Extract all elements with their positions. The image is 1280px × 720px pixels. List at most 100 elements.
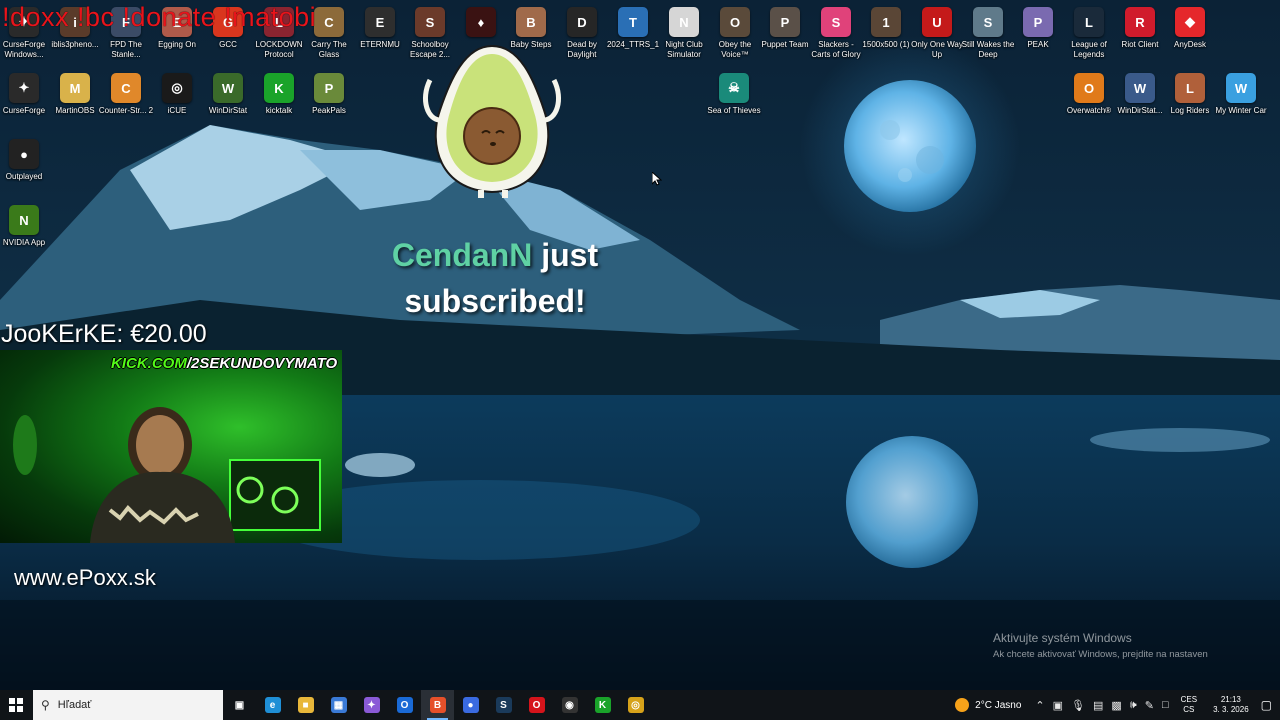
desktop-icon-slackers-carts-of-glory[interactable]: S Slackers - Carts of Glory (811, 4, 861, 68)
taskbar-brave-button[interactable]: B (421, 690, 454, 720)
desktop-icon-overwatch[interactable]: O Overwatch® (1064, 70, 1114, 134)
desktop-icon-icue[interactable]: ◎ iCUE (152, 70, 202, 134)
app-unnamed-icon: ♦ (466, 7, 496, 37)
taskbar-clock[interactable]: 21:13 3. 3. 2026 (1205, 695, 1257, 715)
desktop-icon-label: Obey the Voice™ (718, 40, 752, 59)
desktop-icon-outplayed[interactable]: ● Outplayed (0, 136, 49, 200)
desktop-icon-log-riders[interactable]: L Log Riders (1165, 70, 1215, 134)
kick-banner-suffix: /2SEKUNDOVYMATO (186, 355, 338, 372)
desktop-icon-martinobs[interactable]: M MartinOBS (50, 70, 100, 134)
taskbar-copilot-button[interactable]: ✦ (355, 690, 388, 720)
mouse-cursor-icon (652, 172, 662, 186)
donation-overlay: JooKErKE: €20.00 (1, 320, 207, 348)
desktop-icon-label: AnyDesk (1173, 40, 1206, 49)
desktop-icon-night-club-simulator[interactable]: N Night Club Simulator (659, 4, 709, 68)
desktop-icon-label: Riot Client (1121, 40, 1159, 49)
tray-overflow-chevron-icon[interactable]: ⌃ (1031, 699, 1048, 712)
notification-center-icon[interactable]: ▢ (1257, 698, 1280, 712)
app-carry-the-glass-icon: C (314, 7, 344, 37)
desktop-icon-eternmu[interactable]: E ETERNMU (355, 4, 405, 68)
weather-widget[interactable]: 2°C Jasno (955, 698, 1031, 712)
taskbar-kick-button[interactable]: K (586, 690, 619, 720)
desktop-icon-label: My Winter Car (1215, 106, 1267, 115)
desktop-icon-label: PeakPals (312, 106, 346, 115)
desktop-icon-label: FPD The Stanle... (110, 40, 142, 59)
desktop-icon-label: CurseForge Windows... (2, 40, 46, 59)
ime-icon[interactable]: □ (1158, 699, 1173, 711)
activation-subtitle: Ak chcete aktivovať Windows, prejdite na… (993, 649, 1208, 660)
app-blue-icon: ● (462, 697, 479, 713)
desktop-icon-label: NVIDIA App (2, 238, 46, 247)
tray-app-icon[interactable]: ▣ (1049, 699, 1067, 712)
task-view-icon: ▣ (234, 699, 245, 711)
app-baby-steps-icon: B (516, 7, 546, 37)
windows-activation-watermark: Aktivujte systém Windows Ak chcete aktiv… (993, 631, 1208, 660)
avocado-sticker (420, 40, 565, 200)
desktop-icon-peak[interactable]: P PEAK (1013, 4, 1063, 68)
desktop-icon-anydesk[interactable]: ◆ AnyDesk (1165, 4, 1215, 68)
taskbar-store-button[interactable]: ▦ (322, 690, 355, 720)
webcam-feed (0, 350, 342, 543)
desktop-icon-nvidia-app[interactable]: N NVIDIA App (0, 202, 49, 266)
app-eternmu-icon: E (365, 7, 395, 37)
taskbar-steam-button[interactable]: S (487, 690, 520, 720)
desktop-icon-label: Puppet Team (761, 40, 809, 49)
app-riot-client-icon: R (1125, 7, 1155, 37)
desktop-icon-my-winter-car[interactable]: W My Winter Car (1215, 70, 1267, 134)
taskbar-obs-button[interactable]: ◉ (553, 690, 586, 720)
volume-icon[interactable]: 🕪 (1126, 699, 1141, 712)
desktop-icon-label: Log Riders (1170, 106, 1210, 115)
desktop-icon-puppet-team[interactable]: P Puppet Team (760, 4, 810, 68)
desktop-icon-label: WinDirStat (208, 106, 248, 115)
app-overwatch-icon: O (1074, 73, 1104, 103)
desktop-icon-league-of-legends[interactable]: L League of Legends (1064, 4, 1114, 68)
taskbar-chrome-button[interactable]: ◎ (619, 690, 652, 720)
desktop-icon-windirstat[interactable]: W WinDirStat... (1115, 70, 1165, 134)
pen-icon[interactable]: ✎ (1141, 699, 1158, 712)
taskbar-file-explorer-button[interactable]: ■ (289, 690, 322, 720)
desktop-icon-obey-the-voice[interactable]: O Obey the Voice™ (710, 4, 760, 68)
file-explorer-icon: ■ (297, 697, 314, 713)
taskbar-edge-button[interactable]: e (256, 690, 289, 720)
app-obey-the-voice-icon: O (720, 7, 750, 37)
subscription-alert: CendanN just subscribed! (370, 232, 620, 324)
kick-banner-prefix: KICK.COM (111, 355, 187, 372)
taskbar-app-blue-button[interactable]: ● (454, 690, 487, 720)
app-peak-icon: P (1023, 7, 1053, 37)
desktop-icon-windirstat[interactable]: W WinDirStat (203, 70, 253, 134)
desktop-icon-2024-ttrs-1[interactable]: T 2024_TTRS_1 (607, 4, 659, 68)
store-icon: ▦ (330, 697, 347, 713)
desktop-icon-label: Carry The Glass (311, 40, 347, 59)
desktop-icon-kicktalk[interactable]: Kkicktalk (254, 70, 304, 134)
app-only-one-way-up-icon: U (922, 7, 952, 37)
desktop-icon-label: Counter-Str... 2 (98, 106, 154, 115)
search-placeholder: Hľadať (57, 699, 92, 711)
desktop-icon-still-wakes-the-deep[interactable]: S Still Wakes the Deep (962, 4, 1014, 68)
taskbar-opera-button[interactable]: O (520, 690, 553, 720)
taskbar-task-view-button[interactable]: ▣ (223, 690, 256, 720)
app-dead-by-daylight-icon: D (567, 7, 597, 37)
microphone-icon[interactable]: 🎙 (1067, 699, 1089, 712)
display-icon[interactable]: ▩ (1107, 699, 1125, 712)
input-language-indicator[interactable]: CES CS (1173, 695, 1205, 715)
weather-sun-icon (955, 698, 970, 712)
desktop-icon-only-one-way-up[interactable]: U Only One Way Up (911, 4, 963, 68)
lang-top: CES (1180, 695, 1198, 704)
taskbar-search-box[interactable]: ⚲ Hľadať (33, 690, 223, 720)
network-icon[interactable]: ▤ (1089, 699, 1107, 712)
desktop-icon-sea-of-thieves[interactable]: ☠ Sea of Thieves (707, 70, 761, 134)
app-curseforge-icon: ✦ (9, 73, 39, 103)
desktop-icon-1500x500-1[interactable]: 1 1500x500 (1) (861, 4, 911, 68)
start-button[interactable] (0, 690, 32, 720)
app-2024-ttrs-1-icon: T (618, 7, 648, 37)
app-league-of-legends-icon: L (1074, 7, 1104, 37)
desktop-icon-curseforge[interactable]: ✦ CurseForge (0, 70, 49, 134)
app-my-winter-car-icon: W (1226, 73, 1256, 103)
app-peakpals-icon: P (314, 73, 344, 103)
system-tray: 2°C Jasno ⌃ ▣ 🎙 ▤ ▩ 🕪 ✎ □ CES CS 21:13 3… (955, 690, 1280, 720)
taskbar-outlook-button[interactable]: O (388, 690, 421, 720)
desktop-icon-counter-str-2[interactable]: C Counter-Str... 2 (98, 70, 154, 134)
desktop-icon-peakpals[interactable]: P PeakPals (304, 70, 354, 134)
app-schoolboy-escape-2-icon: S (415, 7, 445, 37)
desktop-icon-riot-client[interactable]: R Riot Client (1115, 4, 1165, 68)
